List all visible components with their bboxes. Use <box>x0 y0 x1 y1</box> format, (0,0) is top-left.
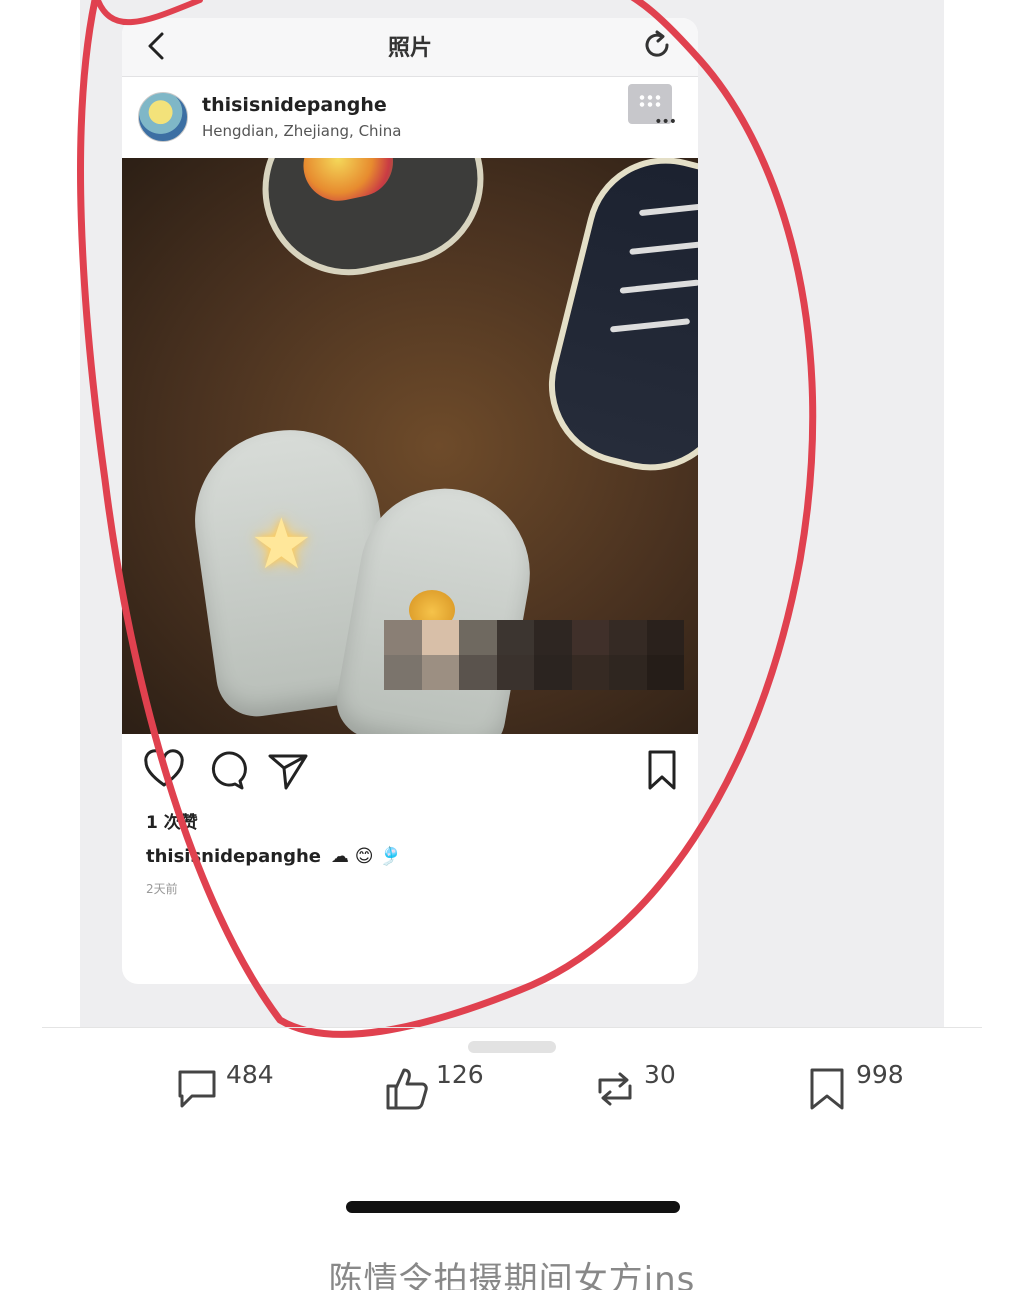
caption-emoji: ☁ 😊 🎐 <box>331 846 402 867</box>
image-caption: 陈情令拍摄期间女方ins <box>328 1260 696 1290</box>
post-header: thisisnidepanghe Hengdian, Zhejiang, Chi… <box>122 84 698 158</box>
sneaker-decoration <box>296 158 400 208</box>
like-count[interactable]: 1 次赞 <box>146 808 198 833</box>
repost-icon <box>598 1072 632 1106</box>
shoelace <box>609 318 691 333</box>
comment-icon <box>178 1070 216 1108</box>
post-time: 2天前 <box>146 882 178 896</box>
avatar[interactable] <box>138 92 188 142</box>
mosaic-cell <box>459 620 497 655</box>
shoelace <box>629 240 698 255</box>
mosaic-blur <box>384 620 684 690</box>
mosaic-cell <box>421 620 459 655</box>
favorite-count: 998 <box>856 1060 904 1089</box>
bookmark-icon <box>810 1068 844 1110</box>
mosaic-cell <box>534 620 572 655</box>
mosaic-cell <box>571 620 609 655</box>
mosaic-cell <box>609 655 647 690</box>
more-options-icon[interactable]: ••• <box>628 84 677 130</box>
post-actions <box>122 748 698 798</box>
mosaic-cell <box>496 620 534 655</box>
bookmark-icon[interactable] <box>640 748 684 792</box>
like-count-stat: 126 <box>436 1060 484 1089</box>
shoelace <box>638 201 698 217</box>
post-caption: thisisnidepanghe ☁ 😊 🎐 <box>146 846 402 867</box>
comment-count: 484 <box>226 1060 274 1089</box>
thumbs-up-icon <box>386 1068 428 1110</box>
mosaic-cell <box>496 655 534 690</box>
repost-count: 30 <box>644 1060 676 1089</box>
caption-username[interactable]: thisisnidepanghe <box>146 846 321 867</box>
mosaic-cell <box>384 655 422 690</box>
mosaic-cell <box>571 655 609 690</box>
page: 照片 thisisnidepanghe Hengdian, Zhejiang, … <box>0 0 1024 1290</box>
share-icon[interactable] <box>266 748 310 792</box>
mosaic-cell <box>646 655 684 690</box>
mosaic-cell <box>421 655 459 690</box>
sneaker-right <box>531 158 698 488</box>
home-indicator[interactable] <box>346 1201 680 1213</box>
refresh-icon[interactable] <box>640 28 674 62</box>
comment-icon[interactable] <box>204 748 248 792</box>
mosaic-cell <box>609 620 647 655</box>
mosaic-cell <box>534 655 572 690</box>
mosaic-cell <box>459 655 497 690</box>
page-title: 照片 <box>387 36 432 61</box>
post-location[interactable]: Hengdian, Zhejiang, China <box>202 122 401 140</box>
mosaic-cell <box>384 620 422 655</box>
divider <box>42 1027 982 1028</box>
post-photo[interactable]: ★ <box>122 158 698 734</box>
instagram-post-card: 照片 thisisnidepanghe Hengdian, Zhejiang, … <box>122 18 698 984</box>
post-username[interactable]: thisisnidepanghe <box>202 94 387 116</box>
shoelace <box>619 279 698 294</box>
mosaic-cell <box>646 620 684 655</box>
ellipsis-icon: ••• <box>654 114 677 130</box>
photo-navbar: 照片 <box>122 18 698 77</box>
star-sticker: ★ <box>250 503 313 585</box>
sneaker-top-left <box>246 158 500 292</box>
sheet-grabber[interactable] <box>468 1041 556 1053</box>
heart-icon[interactable] <box>142 748 186 792</box>
grid-dots <box>638 94 662 108</box>
